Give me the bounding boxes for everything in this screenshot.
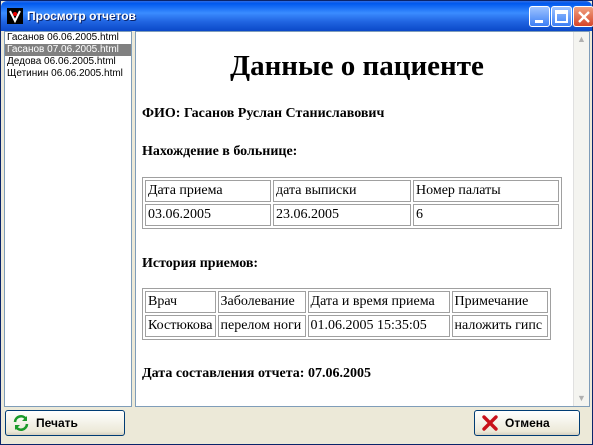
- window-title: Просмотр отчетов: [27, 9, 136, 23]
- table-cell: Костюкова: [145, 315, 216, 337]
- file-list-item[interactable]: Щетинин 06.06.2005.html: [5, 68, 131, 80]
- table-header-cell: Врач: [145, 291, 216, 313]
- maximize-icon: [555, 10, 568, 23]
- title-bar[interactable]: Просмотр отчетов: [1, 1, 593, 31]
- history-section-title: История приемов:: [142, 256, 259, 271]
- print-button[interactable]: Печать: [5, 410, 125, 436]
- table-header-cell: Дата и время приема: [307, 291, 450, 313]
- file-list-item-selected[interactable]: Гасанов 07.06.2005.html: [5, 44, 131, 56]
- report-file-list[interactable]: Гасанов 06.06.2005.html Гасанов 07.06.20…: [4, 31, 132, 407]
- file-list-item[interactable]: Дедова 06.06.2005.html: [5, 56, 131, 68]
- report-created-date: Дата составления отчета: 07.06.2005: [142, 366, 371, 381]
- scroll-up-icon[interactable]: ▲: [574, 32, 589, 47]
- report-heading: Данные о пациенте: [230, 50, 484, 82]
- table-cell: перелом ноги: [217, 315, 306, 337]
- app-icon: [7, 8, 23, 24]
- table-header-cell: Примечание: [451, 291, 548, 313]
- red-x-icon: [482, 415, 498, 431]
- table-header-row: Дата приема дата выписки Номер палаты: [145, 180, 559, 202]
- table-cell: 6: [413, 204, 559, 226]
- minimize-button[interactable]: [529, 6, 550, 27]
- table-row: Костюкова перелом ноги 01.06.2005 15:35:…: [145, 315, 548, 337]
- vertical-scrollbar[interactable]: ▲ ▼: [573, 32, 589, 406]
- cancel-button[interactable]: Отмена: [474, 410, 580, 436]
- table-cell: 01.06.2005 15:35:05: [307, 315, 450, 337]
- table-header-cell: дата выписки: [273, 180, 411, 202]
- close-button[interactable]: [573, 6, 593, 27]
- table-row: 03.06.2005 23.06.2005 6: [145, 204, 559, 226]
- cancel-button-label: Отмена: [505, 416, 550, 430]
- refresh-arrows-icon: [13, 415, 29, 431]
- scroll-down-icon[interactable]: ▼: [574, 391, 589, 406]
- table-header-row: Врач Заболевание Дата и время приема При…: [145, 291, 548, 313]
- table-header-cell: Дата приема: [145, 180, 271, 202]
- table-header-cell: Заболевание: [217, 291, 306, 313]
- maximize-button[interactable]: [551, 6, 572, 27]
- table-header-cell: Номер палаты: [413, 180, 559, 202]
- file-list-item[interactable]: Гасанов 06.06.2005.html: [5, 32, 131, 44]
- stay-table: Дата приема дата выписки Номер палаты 03…: [142, 177, 562, 229]
- stay-section-title: Нахождение в больнице:: [142, 144, 298, 159]
- table-cell: 03.06.2005: [145, 204, 271, 226]
- report-viewer-window: Просмотр отчетов Гасанов 06.06.2005.html…: [0, 0, 593, 445]
- table-cell: 23.06.2005: [273, 204, 411, 226]
- table-cell: наложить гипс: [451, 315, 548, 337]
- close-icon: [578, 11, 590, 23]
- print-button-label: Печать: [36, 416, 78, 430]
- minimize-icon: [535, 20, 543, 23]
- history-table: Врач Заболевание Дата и время приема При…: [142, 288, 551, 340]
- report-viewer-pane[interactable]: Данные о пациенте ФИО: Гасанов Руслан Ст…: [135, 31, 590, 407]
- patient-name: ФИО: Гасанов Руслан Станиславович: [142, 106, 385, 121]
